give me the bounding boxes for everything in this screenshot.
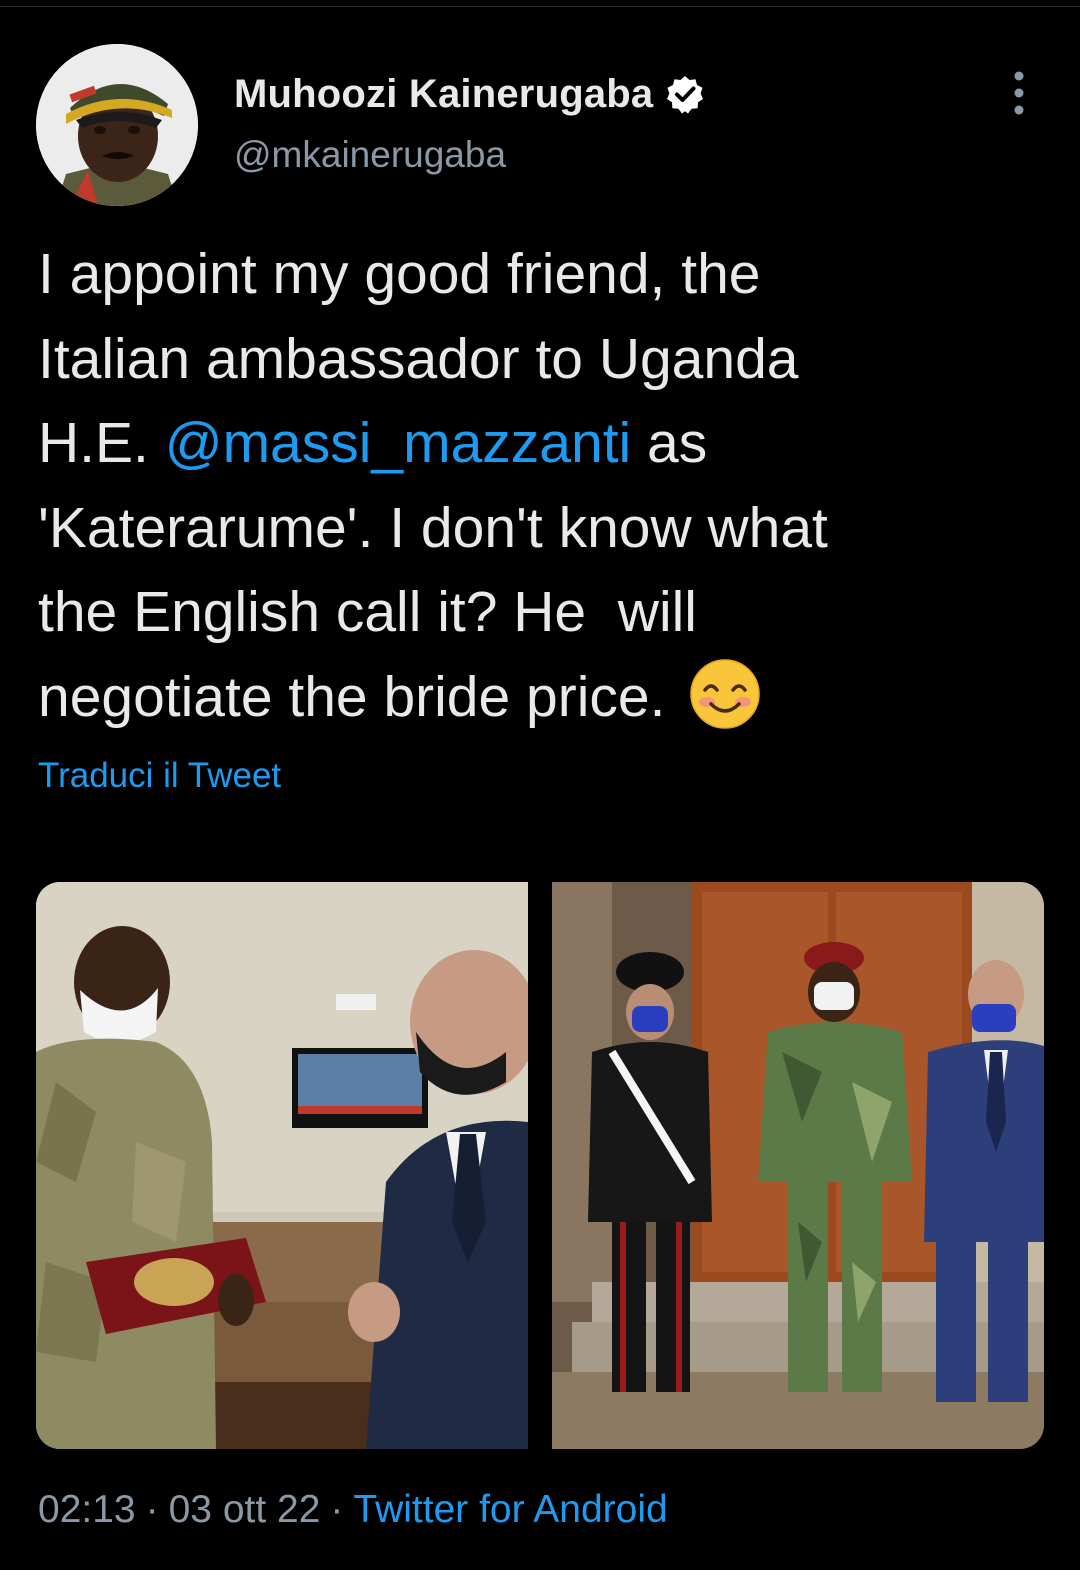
top-divider (0, 6, 1080, 7)
photo-group-standing-icon (552, 882, 1044, 1449)
photo-2[interactable] (552, 882, 1044, 1449)
smiling-face-emoji-icon (690, 658, 761, 729)
translate-tweet-link[interactable]: Traduci il Tweet (38, 756, 281, 796)
tweet-line: negotiate the bride price. (38, 664, 666, 729)
author-avatar[interactable] (36, 44, 198, 206)
mention-link[interactable]: @massi_mazzanti (165, 411, 632, 475)
author-display-name[interactable]: Muhoozi Kainerugaba (234, 72, 653, 117)
author-handle[interactable]: @mkainerugaba (234, 134, 506, 176)
tweet-meta: 02:13 · 03 ott 22 · Twitter for Android (38, 1488, 668, 1532)
tweet-line: the English call it? He will (38, 580, 697, 644)
tweet-line: I appoint my good friend, the (38, 242, 761, 306)
media-gap (528, 882, 552, 1449)
profile-photo-icon (36, 44, 198, 206)
more-options-icon[interactable] (1006, 70, 1032, 116)
meta-separator: · (145, 1488, 159, 1531)
tweet-time[interactable]: 02:13 (38, 1488, 136, 1531)
tweet-date[interactable]: 03 ott 22 (169, 1488, 321, 1531)
tweet-line: as (631, 411, 708, 475)
photo-1[interactable] (36, 882, 528, 1449)
verified-badge-icon (667, 76, 704, 114)
tweet-text: I appoint my good friend, the Italian am… (38, 232, 1048, 739)
media-grid (36, 882, 1044, 1449)
tweet-line: H.E. (38, 411, 165, 475)
photo-plaque-presentation-icon (36, 882, 528, 1449)
tweet-line: Italian ambassador to Uganda (38, 326, 799, 391)
tweet-line: 'Katerarume'. I don't know what (38, 495, 828, 560)
tweet-source-link[interactable]: Twitter for Android (353, 1488, 667, 1531)
author-name-row: Muhoozi Kainerugaba (234, 68, 705, 120)
meta-separator: · (330, 1488, 344, 1531)
